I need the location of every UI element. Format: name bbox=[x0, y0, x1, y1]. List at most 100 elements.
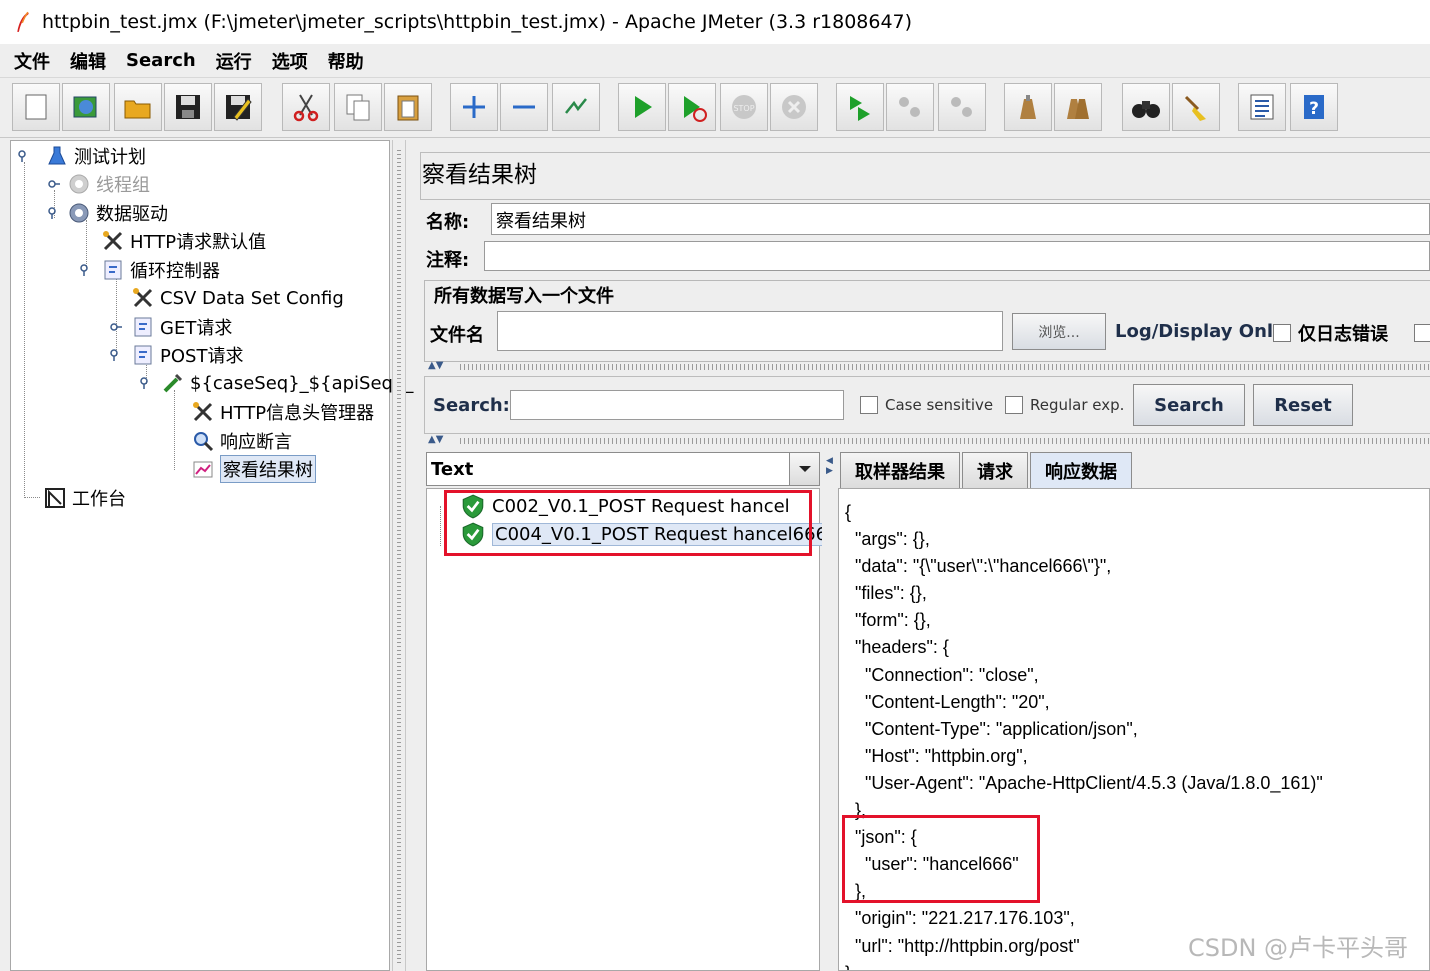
search-button[interactable]: Search bbox=[1133, 384, 1245, 426]
copy-icon[interactable] bbox=[334, 83, 382, 131]
listener-graph-icon bbox=[190, 456, 216, 482]
tree-toggle-icon[interactable] bbox=[110, 349, 122, 361]
menu-options[interactable]: 选项 bbox=[272, 48, 308, 74]
save-icon[interactable] bbox=[164, 83, 212, 131]
tab-response-data[interactable]: 响应数据 bbox=[1030, 452, 1132, 488]
log-display-label: Log/Display Only: bbox=[1115, 321, 1292, 342]
tree-node-label: 察看结果树 bbox=[220, 455, 316, 483]
config-tools-icon bbox=[100, 228, 126, 254]
tab-sampler-result[interactable]: 取样器结果 bbox=[840, 452, 960, 488]
renderer-select[interactable]: Text bbox=[426, 452, 820, 486]
tree-node-csv-config[interactable]: CSV Data Set Config bbox=[130, 284, 344, 312]
errors-only-checkbox[interactable] bbox=[1273, 324, 1291, 342]
tree-node-http-defaults[interactable]: HTTP请求默认值 bbox=[100, 227, 266, 255]
clear-icon[interactable] bbox=[1004, 83, 1052, 131]
tree-node-workbench[interactable]: 工作台 bbox=[42, 484, 126, 512]
tree-toggle-icon[interactable] bbox=[48, 178, 60, 190]
function-helper-icon[interactable] bbox=[1238, 83, 1286, 131]
tree-node-view-results-tree[interactable]: 察看结果树 bbox=[190, 455, 316, 483]
tree-toggle-icon[interactable] bbox=[110, 321, 122, 333]
expand-icon[interactable] bbox=[450, 83, 498, 131]
menu-run[interactable]: 运行 bbox=[216, 48, 252, 74]
case-sensitive-label: Case sensitive bbox=[885, 396, 994, 414]
splitter[interactable]: ◀ ▶ bbox=[822, 452, 836, 971]
controller-icon bbox=[130, 314, 156, 340]
menu-help[interactable]: 帮助 bbox=[328, 48, 364, 74]
tree-toggle-icon[interactable] bbox=[48, 207, 60, 219]
tree-node-header-manager[interactable]: HTTP信息头管理器 bbox=[190, 398, 374, 426]
tree-toggle-icon[interactable] bbox=[18, 150, 30, 162]
menu-file[interactable]: 文件 bbox=[14, 48, 50, 74]
tree-node-label: CSV Data Set Config bbox=[160, 287, 344, 309]
shutdown-icon[interactable] bbox=[770, 83, 818, 131]
reset-button[interactable]: Reset bbox=[1253, 384, 1353, 426]
tree-node-label: 循环控制器 bbox=[130, 261, 220, 282]
panel-header-frame bbox=[420, 152, 1430, 200]
stop-icon[interactable]: STOP bbox=[720, 83, 768, 131]
menu-search[interactable]: Search bbox=[126, 50, 196, 71]
start-icon[interactable] bbox=[618, 83, 666, 131]
remote-start-icon[interactable] bbox=[836, 83, 884, 131]
tab-request[interactable]: 请求 bbox=[962, 452, 1028, 488]
tree-line bbox=[440, 506, 441, 546]
tree-node-thread-group[interactable]: 数据驱动 bbox=[48, 199, 168, 227]
new-icon[interactable] bbox=[12, 83, 60, 131]
panel-title: 察看结果树 bbox=[422, 162, 537, 188]
successes-only-checkbox[interactable] bbox=[1414, 324, 1430, 342]
separator bbox=[460, 364, 1430, 370]
assertion-magnifier-icon bbox=[190, 428, 216, 454]
templates-icon[interactable] bbox=[62, 83, 110, 131]
collapse-icon[interactable] bbox=[500, 83, 548, 131]
tree-node-loop-controller[interactable]: 循环控制器 bbox=[80, 256, 220, 284]
tree-node-get-request[interactable]: GET请求 bbox=[110, 313, 232, 341]
controller-icon bbox=[100, 257, 126, 283]
save-as-icon[interactable] bbox=[214, 83, 262, 131]
collapse-arrows-icon[interactable]: ▲▼ bbox=[428, 360, 443, 371]
toggle-icon[interactable] bbox=[552, 83, 600, 131]
sampler-pipette-icon bbox=[160, 370, 186, 396]
search-binoculars-icon[interactable] bbox=[1122, 83, 1170, 131]
tree-node-thread-group-disabled[interactable]: 线程组 bbox=[48, 170, 150, 198]
paste-icon[interactable] bbox=[384, 83, 432, 131]
remote-stop-icon[interactable] bbox=[886, 83, 934, 131]
reset-search-broom-icon[interactable] bbox=[1172, 83, 1220, 131]
name-label: 名称: bbox=[426, 212, 470, 233]
comment-field[interactable] bbox=[484, 241, 1430, 271]
tree-node-label: 工作台 bbox=[72, 489, 126, 510]
browse-button[interactable]: 浏览... bbox=[1012, 313, 1106, 350]
tree-node-test-plan[interactable]: 测试计划 bbox=[18, 142, 146, 170]
cut-icon[interactable] bbox=[282, 83, 330, 131]
tree-node-label: 测试计划 bbox=[74, 147, 146, 168]
case-sensitive-checkbox[interactable] bbox=[860, 396, 878, 414]
collapse-arrows-icon[interactable]: ▲▼ bbox=[428, 434, 443, 445]
tree-line bbox=[24, 497, 40, 498]
search-input[interactable] bbox=[510, 390, 844, 420]
tree-toggle-icon[interactable] bbox=[80, 264, 92, 276]
remote-exit-icon[interactable] bbox=[938, 83, 986, 131]
config-tools-icon bbox=[190, 399, 216, 425]
name-field[interactable]: 察看结果树 bbox=[491, 203, 1430, 235]
thread-group-gear-icon bbox=[66, 171, 92, 197]
open-icon[interactable] bbox=[114, 83, 162, 131]
config-tools-icon bbox=[130, 285, 156, 311]
help-icon[interactable]: ? bbox=[1290, 83, 1338, 131]
tree-node-post-request[interactable]: POST请求 bbox=[110, 341, 243, 369]
regex-checkbox[interactable] bbox=[1005, 396, 1023, 414]
tree-node-response-assertion[interactable]: 响应断言 bbox=[190, 427, 292, 455]
filename-field[interactable] bbox=[497, 311, 1003, 351]
clear-all-icon[interactable] bbox=[1054, 83, 1102, 131]
menubar: 文件 编辑 Search 运行 选项 帮助 bbox=[0, 44, 1430, 78]
start-no-pause-icon[interactable] bbox=[668, 83, 716, 131]
toolbar: STOP ? bbox=[0, 78, 1430, 138]
separator bbox=[460, 438, 1430, 444]
tree-node-http-sampler[interactable]: ${caseSeq}_${apiSeq}_ bbox=[140, 369, 413, 397]
sample-result-list[interactable] bbox=[426, 488, 820, 971]
tree-node-label: HTTP请求默认值 bbox=[130, 232, 267, 253]
svg-text:?: ? bbox=[1309, 99, 1319, 119]
tree-node-label: HTTP信息头管理器 bbox=[220, 403, 375, 424]
chevron-down-icon[interactable] bbox=[789, 453, 819, 485]
window-title: httpbin_test.jmx (F:\jmeter\jmeter_scrip… bbox=[42, 11, 913, 33]
tree-toggle-icon[interactable] bbox=[140, 377, 152, 389]
menu-edit[interactable]: 编辑 bbox=[70, 48, 106, 74]
tree-node-label: ${caseSeq}_${apiSeq}_ bbox=[190, 372, 414, 394]
